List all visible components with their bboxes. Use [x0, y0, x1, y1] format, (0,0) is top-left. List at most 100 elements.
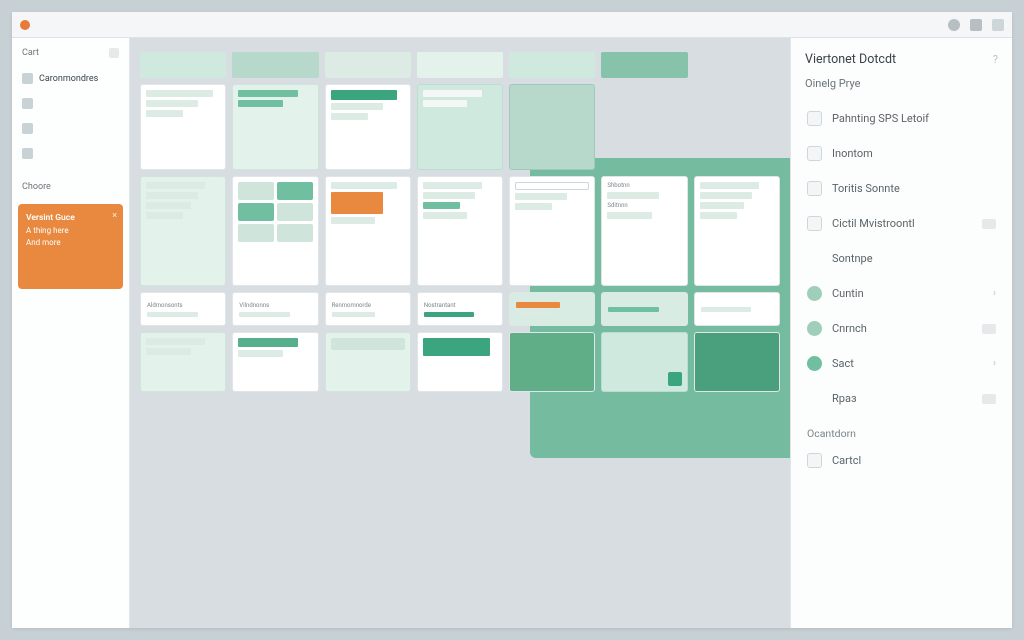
panel-item[interactable]: Cnrnch [805, 312, 998, 345]
template-card[interactable] [417, 176, 503, 286]
promo-title: Versint Guce [26, 212, 115, 225]
panel-item-label: Cuntin [832, 287, 864, 300]
canvas[interactable]: ShbotnnSditnnn Aldmonsonts Vilndnonns Re… [130, 38, 790, 628]
panel-item-label: Cnrnch [832, 322, 867, 335]
window-controls [20, 20, 30, 30]
panel-item-label: Cartcl [832, 454, 861, 467]
header-tile[interactable] [140, 52, 226, 78]
panel-subtitle: Oinelg Prye [805, 77, 998, 90]
main-row: Cart Caronmondres Choore × [12, 38, 1012, 628]
panel-item[interactable]: Toritis Sonnte [805, 172, 998, 205]
panel-item-label: Inontom [832, 147, 873, 160]
template-card[interactable] [232, 84, 318, 170]
panel-section-label: Ocantdorn [805, 417, 998, 442]
sidebar-item-2[interactable] [18, 93, 123, 114]
panel-title-row: Viertonet Dotcdt ? [805, 52, 998, 67]
template-card[interactable] [140, 332, 226, 392]
panel-item-label: Rраз [832, 392, 857, 405]
panel-item[interactable]: Rраз [805, 382, 998, 415]
blank-icon [807, 391, 822, 406]
template-card[interactable] [509, 332, 595, 392]
panel-item[interactable]: Sact › [805, 347, 998, 380]
promo-line: A thing here [26, 225, 115, 237]
panel-item[interactable]: Cartcl [805, 444, 998, 477]
template-card[interactable]: ShbotnnSditnnn [601, 176, 687, 286]
menu-icon[interactable] [992, 19, 1004, 31]
template-card[interactable] [694, 176, 780, 286]
template-card[interactable] [140, 84, 226, 170]
label-strip: Aldmonsonts Vilndnonns Renmomnorde Nostr… [130, 286, 780, 326]
header-tile[interactable] [417, 52, 503, 78]
template-card[interactable] [601, 332, 687, 392]
template-card[interactable] [509, 292, 595, 326]
template-card[interactable] [509, 176, 595, 286]
sidebar-item-label: Caronmondres [39, 74, 98, 84]
template-card[interactable]: Aldmonsonts [140, 292, 226, 326]
template-card[interactable] [694, 332, 780, 392]
gear-icon [22, 148, 33, 159]
panel-item-label: Sact [832, 357, 854, 370]
sidebar-header: Cart [18, 46, 123, 64]
thumbnail-icon [982, 324, 996, 334]
template-card[interactable] [417, 84, 503, 170]
sidebar-title: Cart [22, 48, 39, 58]
template-card[interactable] [232, 176, 318, 286]
template-card[interactable] [325, 176, 411, 286]
window-dot-icon[interactable] [20, 20, 30, 30]
template-card[interactable] [325, 84, 411, 170]
doc-icon [807, 181, 822, 196]
circle-icon [807, 286, 822, 301]
sidebar-item-3[interactable] [18, 118, 123, 139]
chevron-right-icon: › [993, 358, 996, 369]
sidebar-collapse-icon[interactable] [109, 48, 119, 58]
panel-item[interactable]: Cictil Mvistroontl [805, 207, 998, 240]
folder-icon [22, 73, 33, 84]
header-tile[interactable] [509, 52, 595, 78]
panel-item[interactable]: Sontnpe [805, 242, 998, 275]
template-grid [130, 332, 780, 392]
template-card[interactable] [417, 332, 503, 392]
panel-item[interactable]: Cuntin › [805, 277, 998, 310]
help-icon[interactable]: ? [993, 53, 998, 66]
sidebar-item-4[interactable] [18, 143, 123, 164]
close-icon[interactable]: × [112, 210, 117, 224]
template-card[interactable]: Renmomnorde [325, 292, 411, 326]
thumbnail-icon [982, 219, 996, 229]
list-icon [22, 123, 33, 134]
header-tile[interactable] [232, 52, 318, 78]
template-card[interactable] [232, 332, 318, 392]
user-avatar-icon[interactable] [948, 19, 960, 31]
card-icon [807, 216, 822, 231]
titlebar-actions [948, 19, 1004, 31]
right-panel: Viertonet Dotcdt ? Oinelg Prye Pahnting … [790, 38, 1012, 628]
template-card[interactable] [694, 292, 780, 326]
chevron-right-icon: › [993, 288, 996, 299]
header-tile[interactable] [325, 52, 411, 78]
template-card[interactable] [601, 292, 687, 326]
promo-card[interactable]: × Versint Guce A thing here And more [18, 204, 123, 289]
template-card[interactable]: Nostrantant [417, 292, 503, 326]
template-grid [130, 84, 780, 170]
panel-item[interactable]: Inontom [805, 137, 998, 170]
promo-line: And more [26, 237, 115, 249]
panel-item-label: Cictil Mvistroontl [832, 217, 915, 230]
doc-icon [22, 98, 33, 109]
template-card[interactable]: Vilndnonns [232, 292, 318, 326]
panel-item-label: Toritis Sonnte [832, 182, 900, 195]
template-card[interactable] [325, 332, 411, 392]
app-window: Cart Caronmondres Choore × [12, 12, 1012, 628]
grid-icon[interactable] [970, 19, 982, 31]
circle-icon [807, 356, 822, 371]
doc-icon [807, 146, 822, 161]
titlebar [12, 12, 1012, 38]
doc-icon [807, 453, 822, 468]
panel-title: Viertonet Dotcdt [805, 52, 896, 67]
header-tile[interactable] [601, 52, 687, 78]
sidebar-section-label: Choore [18, 178, 123, 194]
template-card[interactable] [509, 84, 595, 170]
template-card[interactable] [140, 176, 226, 286]
circle-icon [807, 321, 822, 336]
panel-item[interactable]: Pahnting SPS Letoif [805, 102, 998, 135]
sidebar-item-main[interactable]: Caronmondres [18, 68, 123, 89]
thumbnail-icon [982, 394, 996, 404]
